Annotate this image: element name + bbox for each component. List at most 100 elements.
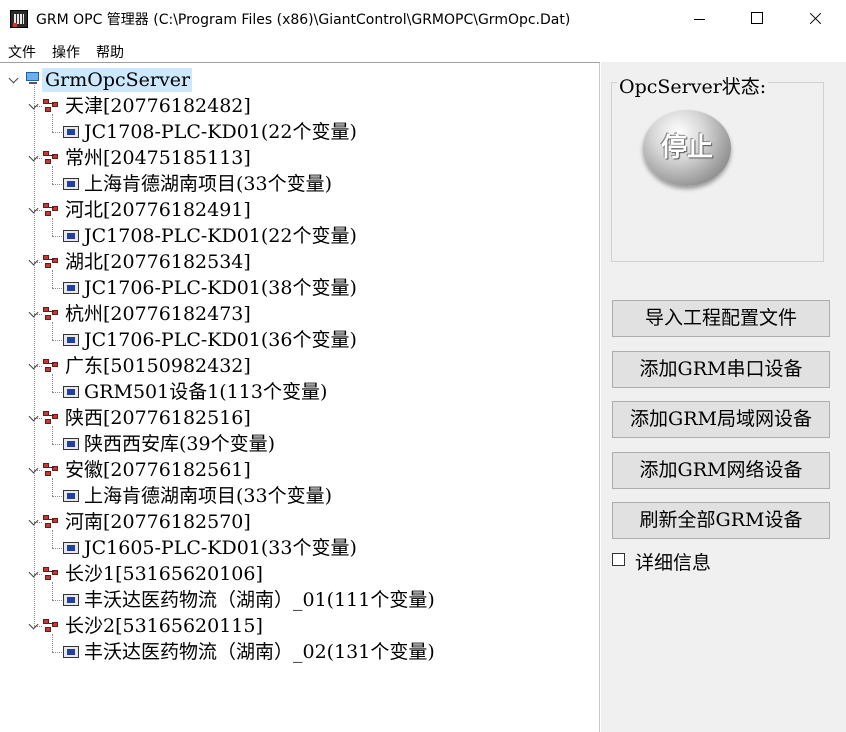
tree-root-label[interactable]: GrmOpcServer xyxy=(45,68,190,92)
computer-icon xyxy=(25,72,41,86)
tree-device-label[interactable]: 丰沃达医药物流（湖南）_02(131个变量) xyxy=(84,640,435,664)
device-icon xyxy=(63,126,79,138)
tree-device-label[interactable]: JC1708-PLC-KD01(22个变量) xyxy=(84,224,357,248)
device-icon xyxy=(63,646,79,658)
tree-connector xyxy=(52,496,62,497)
add-serial-device-button[interactable]: 添加GRM串口设备 xyxy=(612,351,830,388)
chevron-down-icon[interactable] xyxy=(28,151,39,162)
tree-connector xyxy=(52,166,53,184)
chevron-down-icon[interactable] xyxy=(28,99,39,110)
tree-connector xyxy=(34,85,35,626)
device-icon xyxy=(63,178,79,190)
close-button[interactable] xyxy=(786,0,844,38)
tree-device-label[interactable]: 上海肯德湖南项目(33个变量) xyxy=(84,484,332,508)
tree-connector xyxy=(52,218,53,236)
tree-connector xyxy=(52,114,53,132)
tree-connector xyxy=(52,374,53,392)
chevron-down-icon[interactable] xyxy=(28,411,39,422)
tree-connector xyxy=(52,444,62,445)
device-icon xyxy=(63,490,79,502)
tree-connector xyxy=(52,478,53,496)
tree-group-label[interactable]: 广东[50150982432] xyxy=(65,354,251,378)
tree-group-label[interactable]: 常州[20475185113] xyxy=(65,146,251,170)
tree-connector xyxy=(52,132,62,133)
tree-group-label[interactable]: 杭州[20776182473] xyxy=(65,302,251,326)
tree-connector xyxy=(52,322,53,340)
tree-group-label[interactable]: 长沙2[53165620115] xyxy=(65,614,263,638)
tree-connector xyxy=(52,184,62,185)
network-group-icon xyxy=(43,567,59,581)
chevron-down-icon[interactable] xyxy=(28,619,39,630)
tree-connector xyxy=(52,530,53,548)
chevron-down-icon[interactable] xyxy=(28,255,39,266)
tree-device-label[interactable]: 丰沃达医药物流（湖南）_01(111个变量) xyxy=(84,588,435,612)
network-group-icon xyxy=(43,203,59,217)
chevron-down-icon[interactable] xyxy=(28,567,39,578)
tree-device-label[interactable]: GRM501设备1(113个变量) xyxy=(84,380,327,404)
menu-bar: 文件 操作 帮助 xyxy=(0,38,846,62)
tree-group-label[interactable]: 安徽[20776182561] xyxy=(65,458,251,482)
import-config-button[interactable]: 导入工程配置文件 xyxy=(612,300,830,337)
tree-group-label[interactable]: 河南[20776182570] xyxy=(65,510,251,534)
network-group-icon xyxy=(43,151,59,165)
menu-file[interactable]: 文件 xyxy=(8,42,36,62)
chevron-down-icon[interactable] xyxy=(28,463,39,474)
server-state-text: 停止 xyxy=(660,133,713,163)
chevron-down-icon[interactable] xyxy=(28,203,39,214)
tree-connector xyxy=(52,652,62,653)
add-lan-device-button[interactable]: 添加GRM局域网设备 xyxy=(612,401,830,438)
network-group-icon xyxy=(43,515,59,529)
tree-device-label[interactable]: 上海肯德湖南项目(33个变量) xyxy=(84,172,332,196)
status-group-label: OpcServer状态: xyxy=(617,72,769,99)
network-group-icon xyxy=(43,411,59,425)
device-icon xyxy=(63,438,79,450)
tree-connector xyxy=(52,600,62,601)
network-group-icon xyxy=(43,255,59,269)
network-group-icon xyxy=(43,99,59,113)
chevron-down-icon[interactable] xyxy=(28,359,39,370)
tree-device-label[interactable]: JC1706-PLC-KD01(36个变量) xyxy=(84,328,357,352)
window-title: GRM OPC 管理器 (C:\Program Files (x86)\Gian… xyxy=(36,12,571,28)
tree-group-label[interactable]: 天津[20776182482] xyxy=(65,94,251,118)
tree-group-label[interactable]: 湖北[20776182534] xyxy=(65,250,251,274)
device-icon xyxy=(63,594,79,606)
tree-group-label[interactable]: 长沙1[53165620106] xyxy=(65,562,263,586)
tree-connector xyxy=(52,548,62,549)
add-network-device-button[interactable]: 添加GRM网络设备 xyxy=(612,452,830,489)
device-icon xyxy=(63,334,79,346)
menu-help[interactable]: 帮助 xyxy=(96,42,124,62)
tree-connector xyxy=(52,426,53,444)
chevron-down-icon[interactable] xyxy=(28,307,39,318)
tree-connector xyxy=(52,582,53,600)
network-group-icon xyxy=(43,619,59,633)
device-icon xyxy=(63,386,79,398)
chevron-down-icon[interactable] xyxy=(28,515,39,526)
tree-device-label[interactable]: JC1605-PLC-KD01(33个变量) xyxy=(84,536,357,560)
device-icon xyxy=(63,230,79,242)
tree-device-label[interactable]: JC1708-PLC-KD01(22个变量) xyxy=(84,120,357,144)
tree-connector xyxy=(52,634,53,652)
network-group-icon xyxy=(43,463,59,477)
app-icon xyxy=(10,10,28,28)
maximize-button[interactable] xyxy=(728,0,786,38)
tree-device-label[interactable]: 陕西西安库(39个变量) xyxy=(84,432,275,456)
server-stop-button[interactable]: 停止 xyxy=(643,110,731,186)
minimize-button[interactable] xyxy=(670,0,728,38)
tree-group-label[interactable]: 陕西[20776182516] xyxy=(65,406,251,430)
tree-connector xyxy=(52,288,62,289)
tree-connector xyxy=(52,340,62,341)
menu-operate[interactable]: 操作 xyxy=(52,42,80,62)
refresh-devices-button[interactable]: 刷新全部GRM设备 xyxy=(612,502,830,539)
network-group-icon xyxy=(43,307,59,321)
detail-checkbox[interactable] xyxy=(612,553,625,566)
network-group-icon xyxy=(43,359,59,373)
tree-connector xyxy=(52,236,62,237)
tree-device-label[interactable]: JC1706-PLC-KD01(38个变量) xyxy=(84,276,357,300)
title-bar: GRM OPC 管理器 (C:\Program Files (x86)\Gian… xyxy=(0,0,846,38)
chevron-down-icon[interactable] xyxy=(8,73,19,84)
device-tree[interactable]: GrmOpcServer 天津[20776182482] JC1708-PLC-K… xyxy=(0,62,600,732)
tree-group-label[interactable]: 河北[20776182491] xyxy=(65,198,251,222)
tree-connector xyxy=(52,270,53,288)
device-icon xyxy=(63,542,79,554)
device-icon xyxy=(63,282,79,294)
